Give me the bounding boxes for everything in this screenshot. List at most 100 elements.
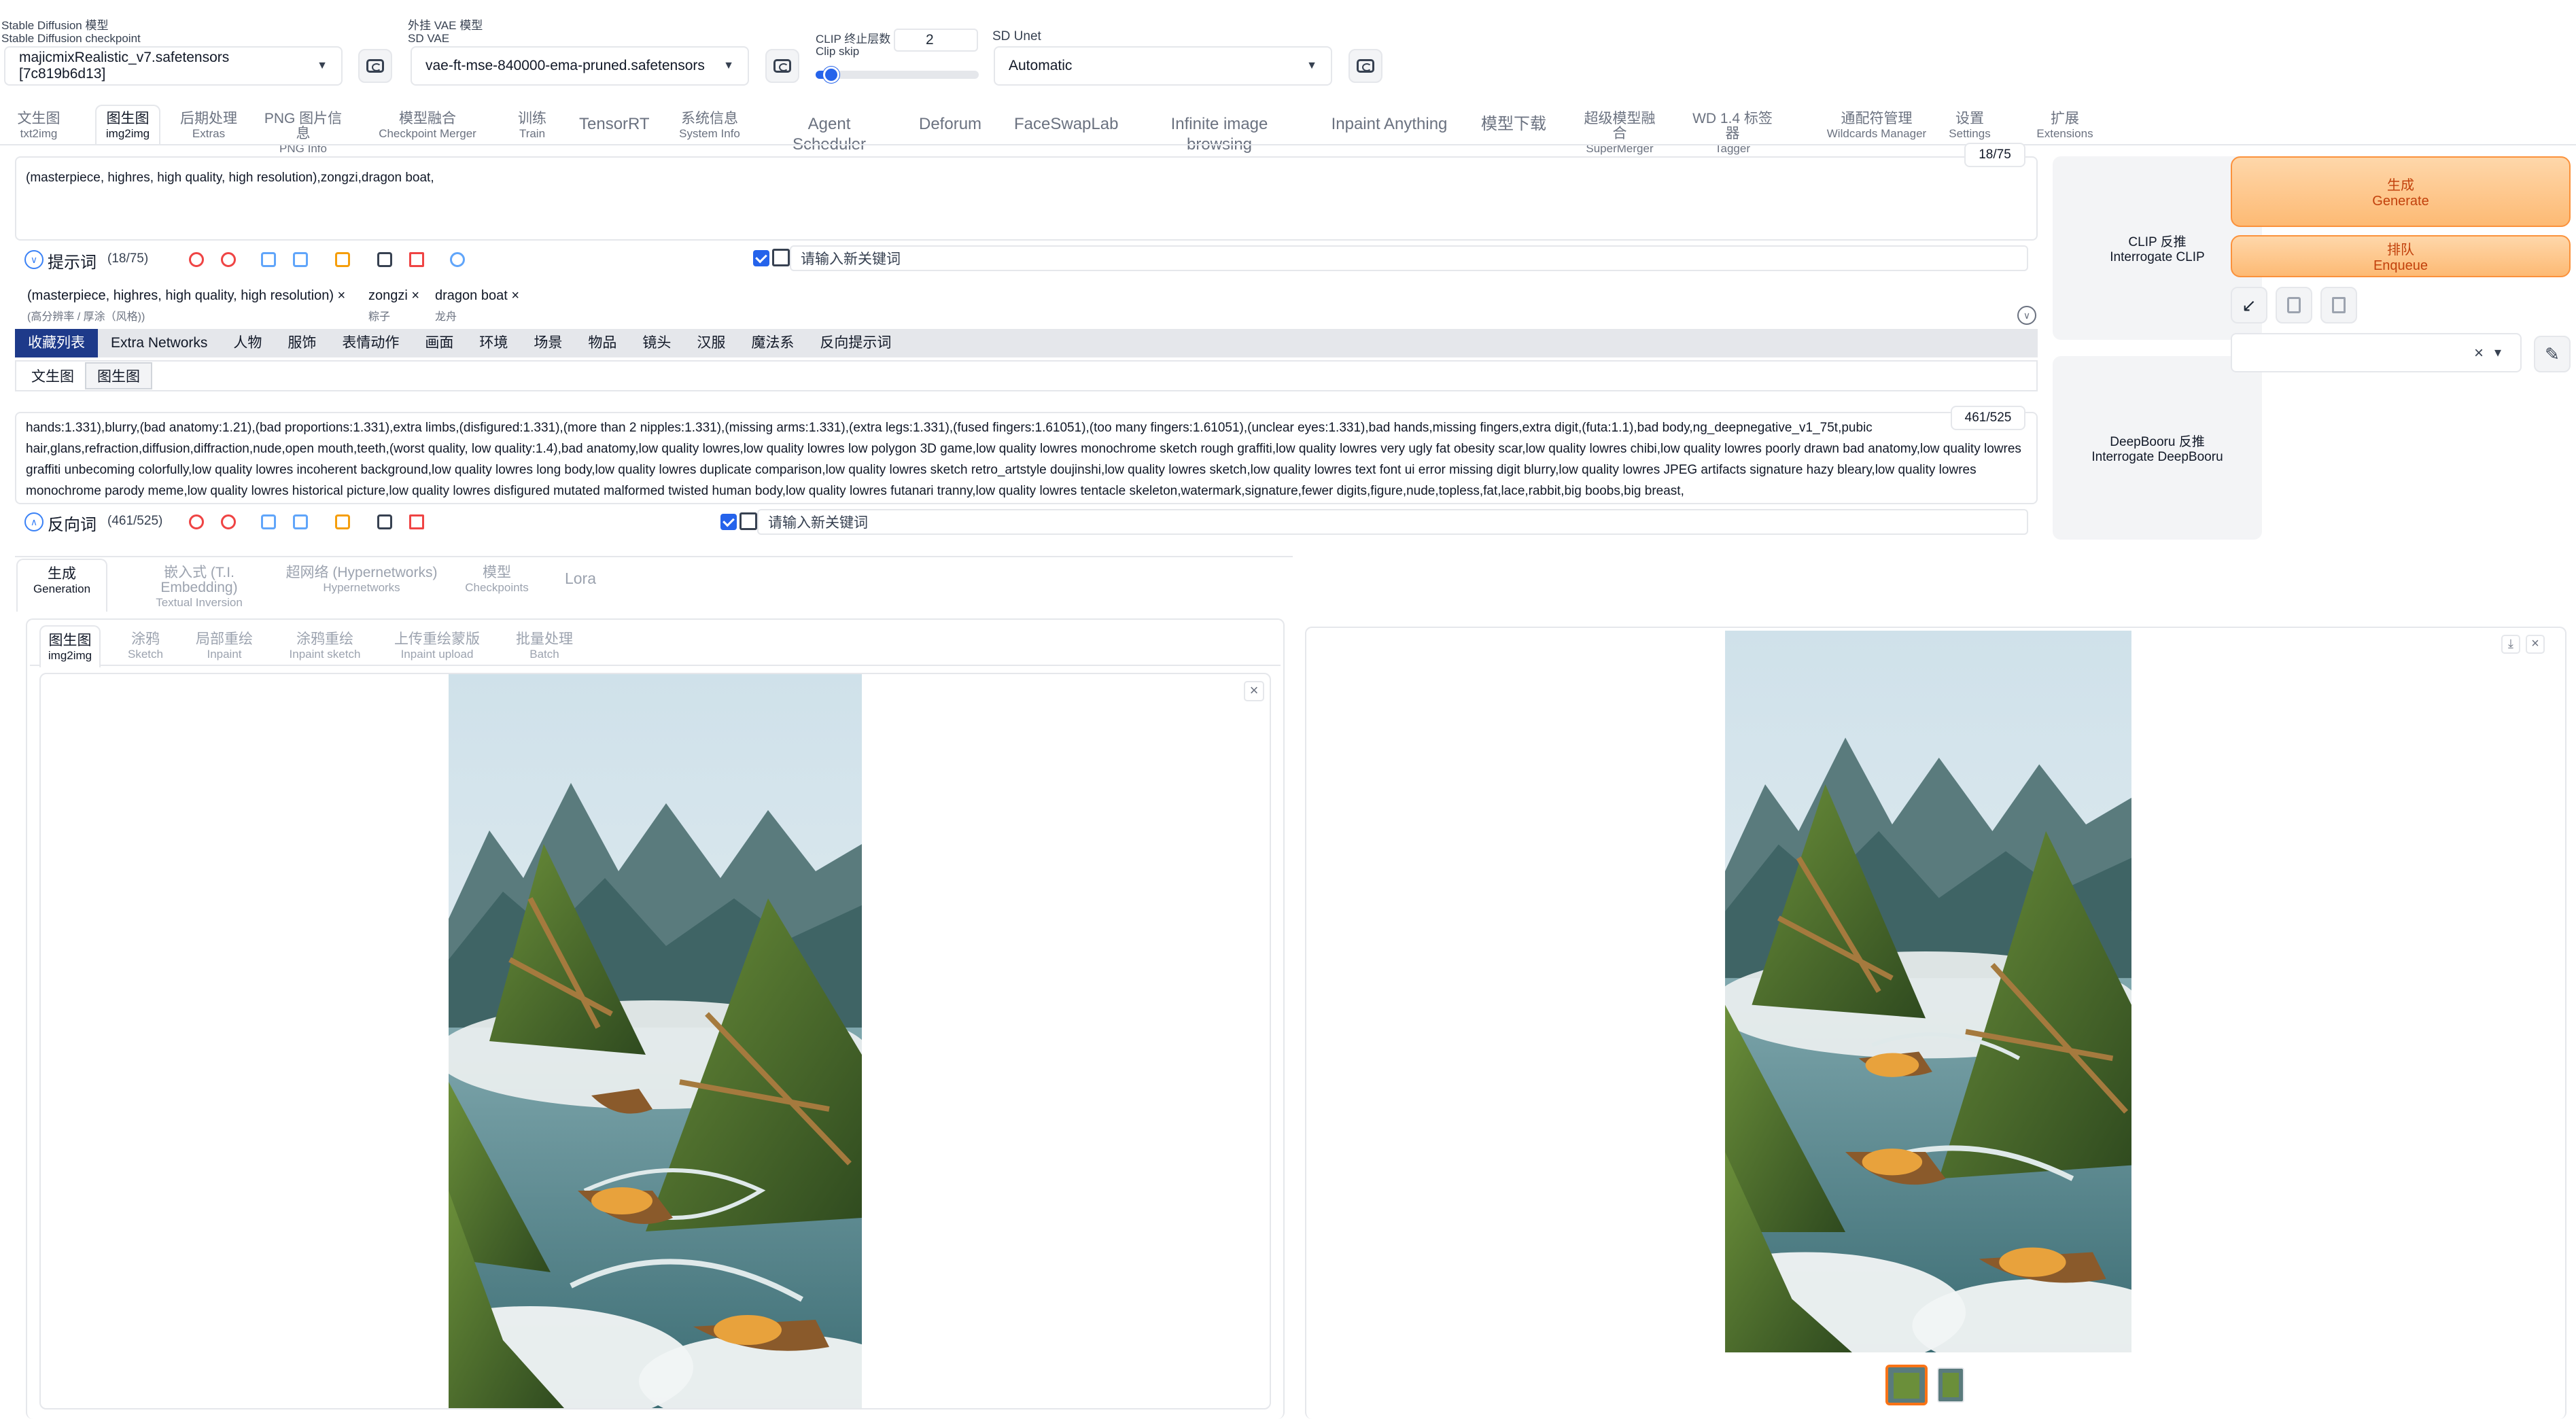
close-icon[interactable]: × (411, 288, 419, 303)
settings-tabs-checkpoints[interactable]: 模型 Checkpoints (454, 559, 540, 612)
prompt-tag[interactable]: zongzi × (368, 288, 419, 304)
tab-inpaint-anything[interactable]: Inpaint Anything (1331, 114, 1448, 135)
prompt-keyword-input[interactable]: 请输入新关键词 (790, 245, 2028, 271)
download-icon[interactable]: ⤓ (2501, 635, 2520, 654)
tab-agent-scheduler[interactable]: Agent Scheduler (772, 114, 886, 155)
tab-txt2img[interactable]: 文生图 txt2img (15, 111, 63, 141)
category-tab[interactable]: 服饰 (275, 329, 329, 357)
category-tab[interactable]: 汉服 (684, 329, 738, 357)
category-tab[interactable]: 人物 (220, 329, 275, 357)
settings-tabs-textual-inversion[interactable]: 嵌入式 (T.I. Embedding) Textual Inversion (125, 559, 273, 612)
chevron-down-icon[interactable]: ▾ (2494, 344, 2501, 361)
delete-button[interactable] (2320, 287, 2357, 323)
tab-wildcards-manager[interactable]: 通配符管理 Wildcards Manager (1823, 111, 1930, 141)
gear-icon[interactable] (446, 248, 469, 271)
copy-prompt-icon[interactable] (257, 510, 280, 533)
output-image[interactable] (1725, 631, 2131, 1352)
settings-tabs-generation[interactable]: 生成 Generation (16, 559, 107, 612)
keyword-toggle[interactable] (772, 249, 790, 266)
refresh-unet-button[interactable] (1348, 49, 1382, 83)
tab-settings[interactable]: 设置 Settings (1944, 111, 1996, 141)
send-to-prompt-button[interactable]: ↙ (2231, 287, 2267, 323)
close-icon[interactable]: × (338, 288, 346, 303)
tab-png-info[interactable]: PNG 图片信息 PNG Info (261, 111, 345, 156)
category-tab[interactable]: 魔法系 (738, 329, 807, 357)
generate-button[interactable]: 生成 Generate (2231, 156, 2571, 227)
negative-prompt-textarea[interactable]: hands:1.331),blurry,(bad anatomy:1.21),(… (15, 412, 2038, 504)
category-tab[interactable]: 环境 (466, 329, 521, 357)
vae-select[interactable]: vae-ft-mse-840000-ema-pruned.safetensors… (411, 46, 749, 86)
category-tab[interactable]: 收藏列表 (15, 329, 98, 357)
category-tab[interactable]: Extra Networks (98, 329, 220, 357)
copy-prompt-icon[interactable] (257, 248, 280, 271)
thumbnail-2[interactable] (1937, 1367, 1964, 1403)
styles-select[interactable]: × ▾ (2231, 333, 2522, 372)
interrogate-deepbooru-button[interactable]: DeepBooru 反推 Interrogate DeepBooru (2053, 356, 2262, 540)
keyword-checkbox[interactable] (720, 514, 737, 530)
clip-skip-input[interactable]: 2 (894, 29, 978, 52)
category-tab[interactable]: 物品 (575, 329, 629, 357)
subcategory-tab[interactable]: 图生图 (85, 362, 152, 389)
category-tab[interactable]: 画面 (412, 329, 466, 357)
tab-extras[interactable]: 后期处理 Extras (175, 111, 242, 141)
refresh-vae-button[interactable] (765, 49, 799, 83)
tab-system-info[interactable]: 系统信息 System Info (678, 111, 741, 141)
paste-prompt-icon[interactable] (289, 248, 312, 271)
mode-tabs-inpaint-sketch[interactable]: 涂鸦重绘 Inpaint sketch (287, 625, 363, 667)
checkpoint-select[interactable]: majicmixRealistic_v7.safetensors [7c819b… (4, 46, 343, 86)
expand-icon[interactable]: ∨ (2017, 306, 2036, 325)
mode-tabs-batch[interactable]: 批量处理 Batch (515, 625, 574, 667)
mode-tabs-inpaint[interactable]: 局部重绘 Inpaint (192, 625, 257, 667)
close-icon[interactable]: × (511, 288, 519, 303)
category-tab[interactable]: 反向提示词 (807, 329, 904, 357)
chevron-down-icon[interactable]: ∨ (24, 250, 43, 269)
tab-tagger[interactable]: WD 1.4 标签器 Tagger (1691, 111, 1774, 156)
chevron-up-icon[interactable]: ∧ (24, 512, 43, 531)
negative-keyword-input[interactable]: 请输入新关键词 (757, 509, 2028, 535)
tab-extensions[interactable]: 扩展 Extensions (2035, 111, 2095, 141)
thumbnail-1[interactable] (1885, 1365, 1928, 1405)
trash-icon[interactable] (405, 510, 428, 533)
settings-icon[interactable] (217, 510, 240, 533)
clip-skip-slider-thumb[interactable] (823, 67, 840, 83)
translate-icon[interactable] (185, 248, 208, 271)
clear-prompt-button[interactable] (2276, 287, 2312, 323)
category-tab[interactable]: 镜头 (629, 329, 684, 357)
subcategory-tab[interactable]: 文生图 (20, 364, 85, 388)
tab-checkpoint-merger[interactable]: 模型融合 Checkpoint Merger (375, 111, 480, 141)
close-icon[interactable]: × (1244, 681, 1264, 701)
history-icon[interactable] (331, 248, 354, 271)
mode-tabs-inpaint-upload[interactable]: 上传重绘蒙版 Inpaint upload (386, 625, 488, 667)
prompt-textarea[interactable]: (masterpiece, highres, high quality, hig… (15, 156, 2038, 241)
tab-train[interactable]: 训练 Train (515, 111, 549, 141)
settings-icon[interactable] (217, 248, 240, 271)
tab-faceswaplab[interactable]: FaceSwapLab (1014, 114, 1118, 135)
settings-tabs-hypernetworks[interactable]: 超网络 (Hypernetworks) Hypernetworks (285, 559, 438, 612)
history-icon[interactable] (331, 510, 354, 533)
close-icon[interactable]: × (2526, 635, 2545, 654)
clip-skip-slider[interactable] (816, 67, 979, 83)
mode-tabs-img2img[interactable]: 图生图 img2img (39, 625, 101, 667)
category-tab[interactable]: 场景 (521, 329, 575, 357)
keyword-toggle[interactable] (739, 512, 757, 530)
paste-prompt-icon[interactable] (289, 510, 312, 533)
enqueue-button[interactable]: 排队 Enqueue (2231, 235, 2571, 277)
refresh-checkpoint-button[interactable] (358, 49, 392, 83)
settings-tabs-lora[interactable]: Lora (557, 559, 604, 612)
keyword-checkbox[interactable] (753, 250, 769, 266)
duplicate-icon[interactable] (373, 248, 396, 271)
tab-infinite-image-browsing[interactable]: Infinite image browsing (1138, 114, 1301, 155)
prompt-tag[interactable]: dragon boat × (435, 288, 519, 304)
duplicate-icon[interactable] (373, 510, 396, 533)
tab-tensorrt[interactable]: TensorRT (579, 114, 650, 135)
tab--[interactable]: 模型下载 (1480, 114, 1547, 135)
category-tab[interactable]: 表情动作 (329, 329, 412, 357)
prompt-tag[interactable]: (masterpiece, highres, high quality, hig… (27, 288, 345, 304)
unet-select[interactable]: Automatic ▼ (994, 46, 1332, 86)
tab-supermerger[interactable]: 超级模型融合 SuperMerger (1578, 111, 1661, 156)
edit-styles-button[interactable]: ✎ (2534, 336, 2571, 372)
trash-icon[interactable] (405, 248, 428, 271)
translate-icon[interactable] (185, 510, 208, 533)
mode-tabs-sketch[interactable]: 涂鸦 Sketch (120, 625, 171, 667)
clear-icon[interactable]: × (2474, 344, 2484, 363)
